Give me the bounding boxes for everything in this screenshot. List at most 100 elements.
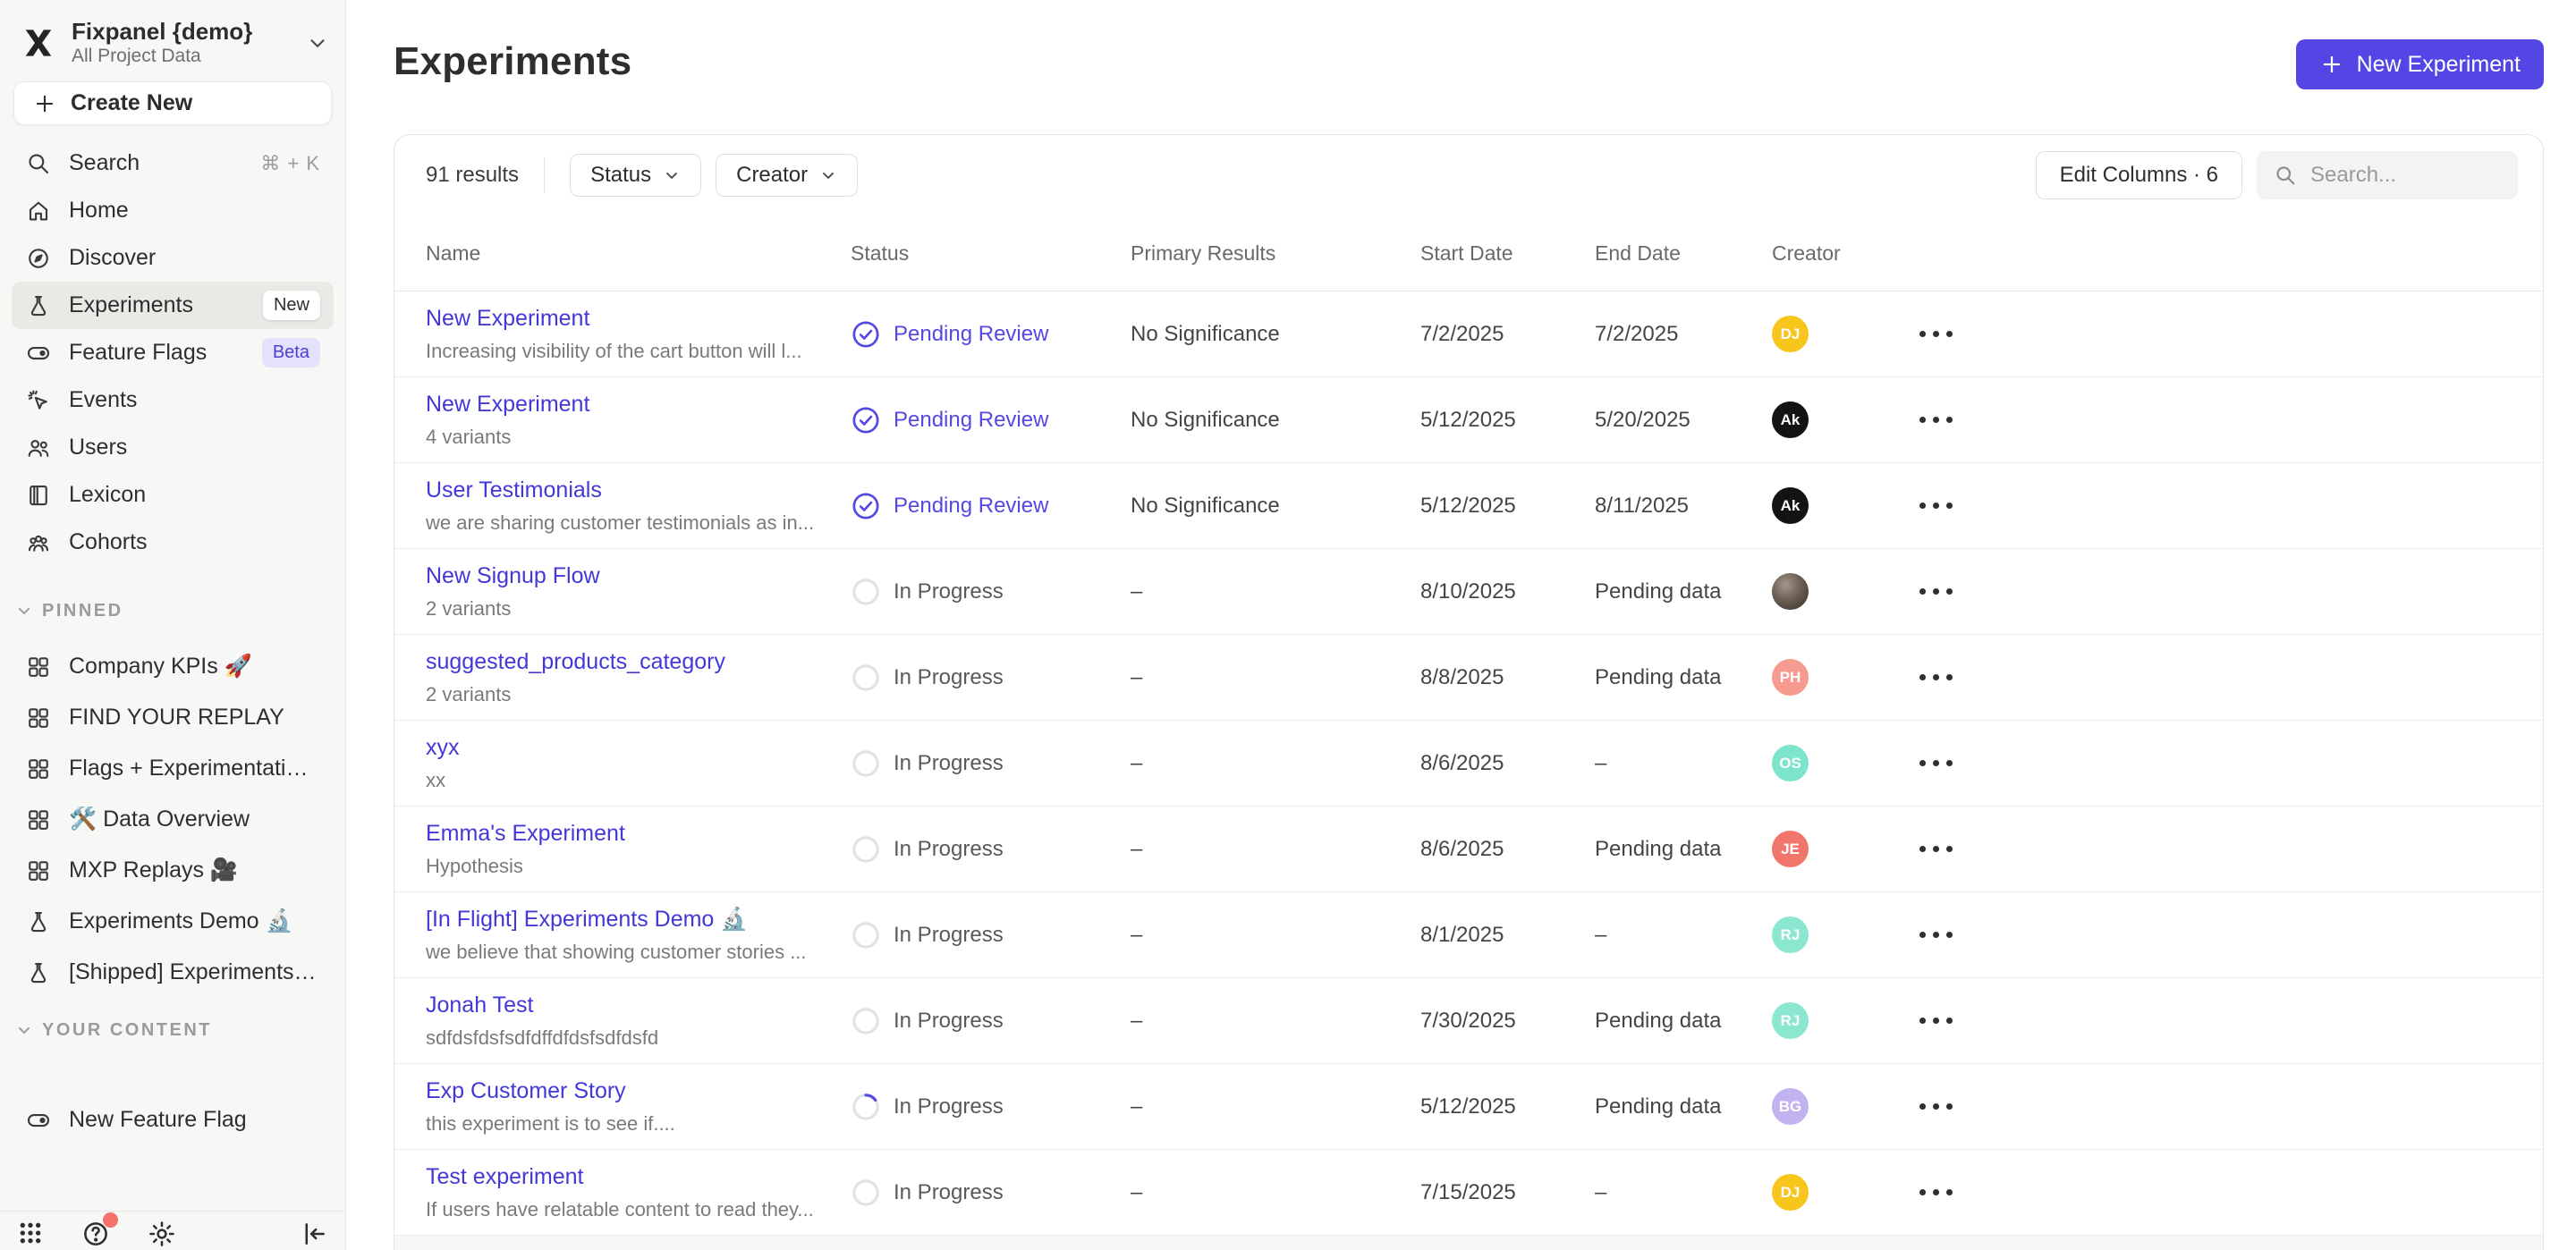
experiment-name-link[interactable]: Emma's Experiment [426,821,824,847]
sidebar-item-company-kpis[interactable]: Company KPIs 🚀 [12,641,334,692]
experiment-name-link[interactable]: xyx [426,735,824,761]
experiment-description: If users have relatable content to read … [426,1198,824,1221]
sidebar-item-home[interactable]: Home [12,187,334,234]
avatar[interactable]: BG [1772,1088,1809,1125]
sidebar-item-events[interactable]: Events [12,376,334,424]
table-row: Test experiment If users have relatable … [394,1150,2543,1236]
status-label: In Progress [894,1009,1004,1034]
avatar[interactable]: Ak [1772,487,1809,524]
toggle-icon [25,1107,52,1134]
sidebar-item-find-your-replay[interactable]: FIND YOUR REPLAY [12,692,334,743]
avatar[interactable] [1772,573,1809,610]
avatar[interactable]: RJ [1772,916,1809,953]
experiment-name-link[interactable]: Test experiment [426,1164,824,1190]
create-new-button[interactable]: Create New [13,81,332,125]
sidebar-item-experiments[interactable]: ExperimentsNew [12,282,334,329]
table-row: New Signup Flow 2 variants In Progress –… [394,549,2543,635]
new-experiment-button[interactable]: New Experiment [2296,39,2544,89]
row-menu-button[interactable] [1919,751,1977,775]
avatar[interactable]: JE [1772,831,1809,867]
sidebar-item-discover[interactable]: Discover [12,234,334,282]
settings-gear-icon[interactable] [147,1219,177,1249]
cursor-click-icon [25,387,52,414]
table-header: NameStatusPrimary ResultsStart DateEnd D… [394,215,2543,291]
row-menu-button[interactable] [1919,1180,1977,1204]
chevron-down-icon [819,166,837,184]
menu-cell [1919,837,2543,861]
avatar[interactable]: PH [1772,659,1809,696]
experiment-name-link[interactable]: New Experiment [426,306,824,332]
end-date-cell: – [1595,923,1772,948]
row-menu-button[interactable] [1919,408,1977,432]
project-name: Fixpanel {demo} [72,18,252,45]
toggle-icon [25,340,52,367]
cohorts-icon [25,529,52,556]
flask-icon [25,292,52,319]
experiment-name-link[interactable]: suggested_products_category [426,649,824,675]
edit-columns-button[interactable]: Edit Columns · 6 [2036,151,2242,199]
collapse-sidebar-icon[interactable] [299,1219,329,1249]
avatar[interactable]: OS [1772,745,1809,781]
start-date-cell: 7/30/2025 [1420,1009,1595,1034]
experiment-name-link[interactable]: User Testimonials [426,477,824,503]
pinned-section-header[interactable]: PINNED [0,593,345,629]
sidebar-item-label: Lexicon [69,482,320,508]
name-cell: suggested_products_category 2 variants [426,649,851,706]
sidebar-item-feature-flags[interactable]: Feature FlagsBeta [12,329,334,376]
your-content-section-header[interactable]: YOUR CONTENT [0,1012,345,1048]
workspace-switcher[interactable]: Fixpanel {demo} All Project Data [0,0,345,67]
avatar[interactable]: DJ [1772,1174,1809,1211]
sidebar-item-users[interactable]: Users [12,424,334,471]
search-input[interactable] [2310,163,2502,188]
row-menu-button[interactable] [1919,322,1977,346]
row-menu-button[interactable] [1919,494,1977,518]
experiment-name-link[interactable]: New Signup Flow [426,563,824,589]
sidebar-item-data-overview[interactable]: 🛠️ Data Overview [12,794,334,845]
sidebar-item-new-feature-flag[interactable]: New Feature Flag [12,1094,334,1145]
primary-results-cell: – [1131,1180,1420,1205]
sidebar-item-experiments-demo[interactable]: Experiments Demo 🔬 [12,896,334,947]
row-menu-button[interactable] [1919,837,1977,861]
experiment-name-link[interactable]: Exp Customer Story [426,1078,824,1104]
name-cell: New Experiment Increasing visibility of … [426,306,851,363]
status-cell: In Progress [851,1092,1131,1122]
row-menu-button[interactable] [1919,1009,1977,1033]
your-content-section-label: YOUR CONTENT [42,1020,212,1041]
sidebar-item-cohorts[interactable]: Cohorts [12,519,334,566]
row-menu-button[interactable] [1919,923,1977,947]
column-header-end-date: End Date [1595,241,1772,266]
status-cell: In Progress [851,834,1131,865]
column-header-start-date: Start Date [1420,241,1595,266]
progress-icon [851,1006,881,1036]
avatar[interactable]: Ak [1772,401,1809,438]
status-label: Pending Review [894,408,1048,433]
table-bottom-strip [394,1236,2543,1250]
end-date-cell: Pending data [1595,1009,1772,1034]
menu-cell [1919,1094,2543,1119]
sidebar-item-label: Company KPIs 🚀 [69,654,252,680]
check-circle-icon [851,319,881,350]
start-date-cell: 8/10/2025 [1420,579,1595,604]
experiment-name-link[interactable]: [In Flight] Experiments Demo 🔬 [426,907,824,933]
sidebar-item-shipped-experiments-demo[interactable]: [Shipped] Experiments Demo ✏️ [12,947,334,998]
menu-cell [1919,665,2543,689]
experiment-name-link[interactable]: New Experiment [426,392,824,418]
apps-grid-icon[interactable] [16,1219,45,1247]
avatar[interactable]: DJ [1772,316,1809,352]
experiment-name-link[interactable]: Jonah Test [426,992,824,1018]
creator-cell: BG [1772,1088,1919,1125]
sidebar-item-lexicon[interactable]: Lexicon [12,471,334,519]
sidebar-item-flags-experimentation-demo[interactable]: Flags + Experimentation Demo , [12,743,334,794]
help-icon[interactable] [80,1219,111,1249]
status-filter-button[interactable]: Status [570,154,701,197]
sidebar-item-label: MXP Replays 🎥 [69,857,238,883]
pinned-section-label: PINNED [42,601,123,621]
row-menu-button[interactable] [1919,665,1977,689]
sidebar-item-mxp-replays[interactable]: MXP Replays 🎥 [12,845,334,896]
sidebar-item-search[interactable]: Search⌘ + K [12,139,334,187]
row-menu-button[interactable] [1919,1094,1977,1119]
chevron-down-icon [15,602,33,620]
avatar[interactable]: RJ [1772,1002,1809,1039]
row-menu-button[interactable] [1919,579,1977,604]
creator-filter-button[interactable]: Creator [716,154,858,197]
